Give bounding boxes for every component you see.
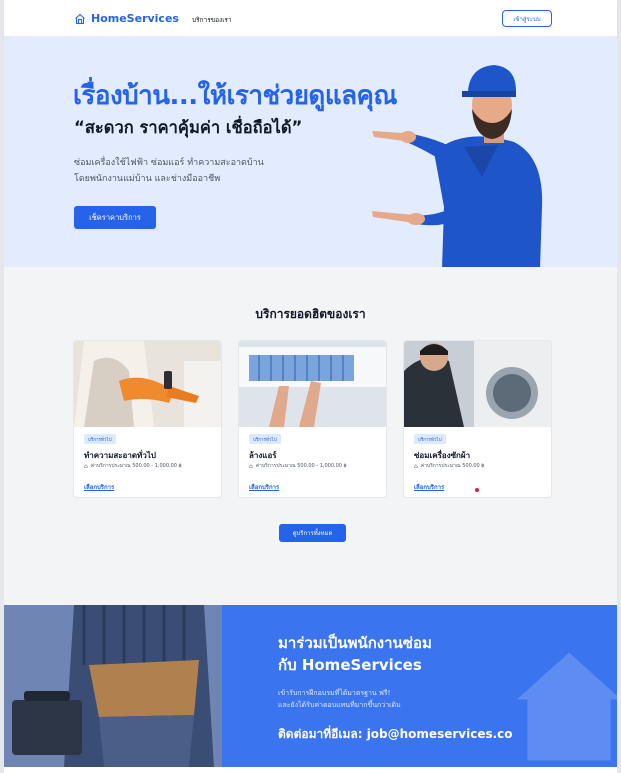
service-price: ⌂ ค่าบริการประมาณ 500.00 ฿ bbox=[414, 462, 485, 470]
popular-services-section: บริการยอดฮิตของเรา บริการทั่วไป ทำความสะ… bbox=[4, 267, 617, 605]
page: HomeServices บริการของเรา เข้าสู่ระบบ เร… bbox=[0, 0, 621, 773]
recruit-title-line: กับ HomeServices bbox=[278, 656, 422, 674]
service-name: ล้างแอร์ bbox=[249, 451, 277, 460]
hero-desc-line: ซ่อมเครื่องใช้ไฟฟ้า ซ่อมแอร์ ทำความสะอาด… bbox=[74, 158, 264, 168]
house-icon bbox=[75, 13, 85, 24]
recruit-description: เข้ารับการฝึกอบรมที่ได้มาตรฐาน ฟรี! และย… bbox=[278, 687, 508, 711]
select-service-link[interactable]: เลือกบริการ bbox=[414, 482, 444, 492]
service-card-cleaning[interactable]: บริการทั่วไป ทำความสะอาดทั่วไป ⌂ ค่าบริก… bbox=[73, 340, 222, 498]
technician-image bbox=[372, 65, 543, 267]
view-all-services-button[interactable]: ดูบริการทั้งหมด bbox=[279, 524, 346, 542]
service-price: ⌂ ค่าบริการประมาณ 500.00 - 1,000.00 ฿ bbox=[84, 462, 182, 470]
hero-desc-line: โดยพนักงานแม่บ้าน และช่างมืออาชีพ bbox=[74, 174, 221, 184]
price-tag-icon: ⌂ bbox=[414, 462, 418, 470]
recruit-desc-line: เข้ารับการฝึกอบรมที่ได้มาตรฐาน ฟรี! bbox=[278, 689, 391, 697]
price-tag-icon: ⌂ bbox=[84, 462, 88, 470]
service-card-aircon[interactable]: บริการทั่วไป ล้างแอร์ ⌂ ค่าบริการประมาณ … bbox=[238, 340, 387, 498]
service-image-aircon bbox=[239, 341, 386, 427]
service-name: ทำความสะอาดทั่วไป bbox=[84, 451, 156, 460]
cursor-dot bbox=[475, 488, 479, 492]
select-service-link[interactable]: เลือกบริการ bbox=[249, 482, 279, 492]
select-service-link[interactable]: เลือกบริการ bbox=[84, 482, 114, 492]
price-tag-icon: ⌂ bbox=[249, 462, 253, 470]
category-badge: บริการทั่วไป bbox=[84, 434, 116, 444]
service-price: ⌂ ค่าบริการประมาณ 500.00 - 1,000.00 ฿ bbox=[249, 462, 347, 470]
category-badge: บริการทั่วไป bbox=[414, 434, 446, 444]
house-watermark-icon bbox=[517, 652, 617, 761]
recruit-title: มาร่วมเป็นพนักงานซ่อม กับ HomeServices bbox=[278, 632, 518, 676]
service-name: ซ่อมเครื่องซักผ้า bbox=[414, 451, 471, 460]
login-button[interactable]: เข้าสู่ระบบ bbox=[502, 10, 552, 27]
service-image-washer bbox=[404, 341, 551, 427]
technician-toolbelt-image bbox=[4, 605, 222, 767]
hero-subtitle: “สะดวก ราคาคุ้มค่า เชื่อถือได้” bbox=[74, 118, 303, 137]
service-price-text: ค่าบริการประมาณ 500.00 - 1,000.00 ฿ bbox=[90, 463, 182, 469]
recruit-contact-email[interactable]: ติดต่อมาที่อีเมล: job@homeservices.co bbox=[278, 725, 513, 744]
recruit-title-line: มาร่วมเป็นพนักงานซ่อม bbox=[278, 634, 432, 652]
section-title: บริการยอดฮิตของเรา bbox=[255, 307, 366, 321]
service-card-washer[interactable]: บริการทั่วไป ซ่อมเครื่องซักผ้า ⌂ ค่าบริก… bbox=[403, 340, 552, 498]
hero-section: เรื่องบ้าน...ให้เราช่วยดูแลคุณ “สะดวก รา… bbox=[4, 37, 617, 267]
check-price-button[interactable]: เช็คราคาบริการ bbox=[74, 206, 156, 229]
logo-text: HomeServices bbox=[91, 12, 179, 25]
service-price-text: ค่าบริการประมาณ 500.00 - 1,000.00 ฿ bbox=[255, 463, 347, 469]
footer-strip bbox=[4, 767, 617, 773]
nav-link-services[interactable]: บริการของเรา bbox=[192, 15, 232, 25]
top-navbar: HomeServices บริการของเรา เข้าสู่ระบบ bbox=[4, 0, 617, 37]
service-price-text: ค่าบริการประมาณ 500.00 ฿ bbox=[420, 463, 485, 469]
recruit-section: มาร่วมเป็นพนักงานซ่อม กับ HomeServices เ… bbox=[4, 605, 617, 767]
logo[interactable]: HomeServices bbox=[74, 12, 179, 25]
hero-title: เรื่องบ้าน...ให้เราช่วยดูแลคุณ bbox=[73, 81, 398, 111]
recruit-desc-line: และยังได้รับค่าตอบแทนที่มากขึ้นกว่าเดิม bbox=[278, 701, 401, 709]
service-image-cleaning bbox=[74, 341, 221, 427]
hero-description: ซ่อมเครื่องใช้ไฟฟ้า ซ่อมแอร์ ทำความสะอาด… bbox=[74, 155, 304, 187]
category-badge: บริการทั่วไป bbox=[249, 434, 281, 444]
